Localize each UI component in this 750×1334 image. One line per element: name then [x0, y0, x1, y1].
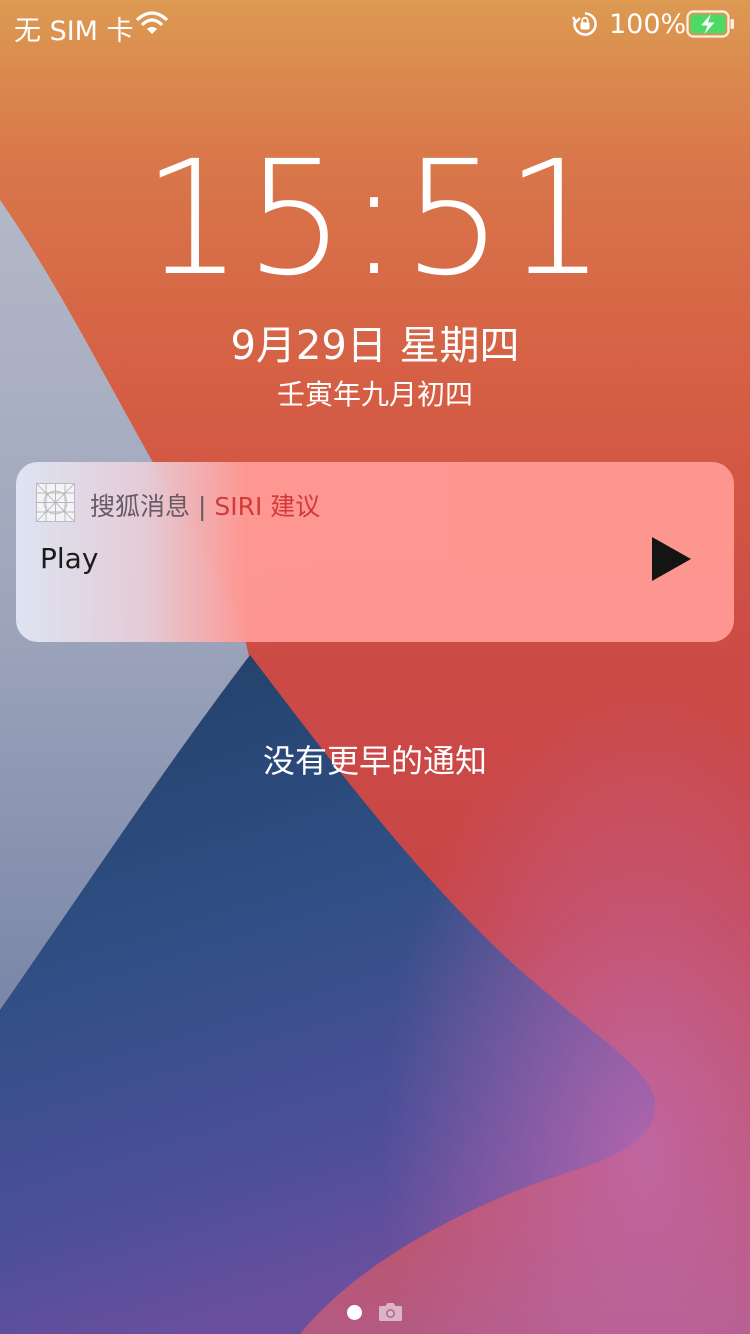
notification-app-name: 搜狐消息	[90, 492, 191, 521]
camera-icon[interactable]	[378, 1302, 403, 1322]
wifi-icon	[136, 11, 168, 34]
lockscreen-date: 9月29日 星期四	[230, 323, 520, 369]
lockscreen-lunar-date: 壬寅年九月初四	[276, 378, 473, 411]
no-older-notifications-label: 没有更早的通知	[262, 742, 487, 780]
notification-title: Play	[40, 542, 99, 575]
notification-header: 搜狐消息 | SIRI 建议	[90, 487, 320, 523]
page-dot	[347, 1305, 362, 1320]
sohu-news-app-icon	[36, 483, 75, 522]
siri-suggestion-notification[interactable]: 搜狐消息 | SIRI 建议 Play	[16, 462, 734, 642]
lock-screen: 无 SIM 卡 100% 15:51 9月29日 星期四 壬寅年九月初四 搜狐消…	[0, 0, 750, 1334]
status-bar: 无 SIM 卡 100%	[0, 0, 750, 48]
battery-charging-icon	[686, 10, 734, 38]
battery-percent: 100%	[609, 9, 687, 40]
play-icon[interactable]	[648, 535, 694, 583]
rotation-lock-icon	[572, 12, 597, 36]
notification-source-label: SIRI 建议	[214, 492, 321, 521]
carrier-label: 无 SIM 卡	[14, 16, 134, 47]
lockscreen-time: 15:51	[142, 127, 608, 311]
notification-separator: |	[197, 492, 207, 521]
